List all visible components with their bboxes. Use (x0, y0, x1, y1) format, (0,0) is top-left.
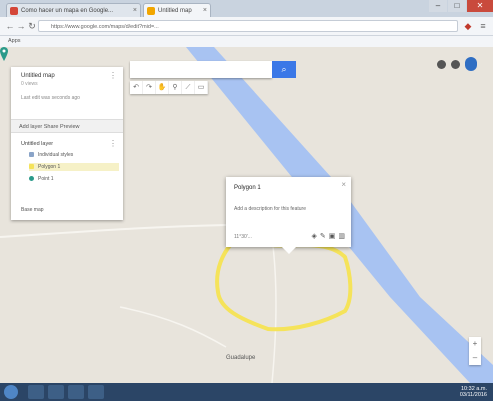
apps-bookmark[interactable]: Apps (8, 38, 21, 44)
drawing-toolbar: ↶ ↷ ✋ ⚲ ⟋ ▭ (130, 81, 208, 94)
map-canvas[interactable]: ⌕ ↶ ↷ ✋ ⚲ ⟋ ▭ Untitled map ⋮ 0 views Las… (0, 47, 493, 383)
maximize-icon[interactable]: □ (448, 0, 466, 12)
tab-label: Untitled map (158, 8, 192, 14)
layer-row[interactable]: Point 1 (29, 175, 119, 183)
extension-icon[interactable]: ◆ (462, 20, 474, 32)
taskbar-browser-icon[interactable] (68, 385, 84, 399)
road (0, 224, 227, 238)
style-icon (29, 152, 34, 157)
layer-row-label: Individual styles (38, 152, 74, 158)
feature-description: Add a description for this feature (234, 206, 306, 212)
camera-icon[interactable]: ▣ (329, 232, 336, 240)
clock-date: 03/11/2016 (459, 392, 487, 398)
window-controls: – □ ✕ (428, 0, 493, 14)
popup-actions: ◈ ✎ ▣ ▥ (311, 232, 345, 240)
tab-favicon-icon (10, 7, 18, 15)
layer-title[interactable]: Untitled layer (21, 141, 53, 147)
layer-options-icon[interactable]: ⋮ (109, 139, 117, 148)
search-icon: ⌕ (281, 64, 287, 74)
feature-measurement: 11°30'... (234, 234, 252, 240)
zoom-in-icon[interactable]: + (469, 337, 481, 351)
windows-taskbar: 10:32 a.m. 03/11/2016 (0, 383, 493, 401)
browser-toolbar: ← → ↻ https://www.google.com/maps/d/edit… (0, 17, 493, 36)
zoom-out-icon[interactable]: – (469, 351, 481, 365)
menu-icon[interactable]: ≡ (477, 20, 489, 32)
layer-row-label: Point 1 (38, 176, 54, 182)
last-edit-text: Last edit was seconds ago (21, 95, 80, 101)
point-icon (29, 176, 34, 181)
layer-row[interactable]: Individual styles (29, 151, 119, 159)
map-pin-icon[interactable] (0, 47, 8, 61)
layer-row-label: Polygon 1 (38, 164, 61, 170)
browser-tab-active[interactable]: Untitled map × (143, 3, 211, 17)
layer-row[interactable]: Polygon 1 (29, 163, 119, 171)
close-window-icon[interactable]: ✕ (467, 0, 493, 12)
tab-favicon-icon (147, 7, 155, 15)
address-bar[interactable]: https://www.google.com/maps/d/edit?mid=.… (38, 20, 458, 32)
undo-icon[interactable]: ↶ (130, 81, 143, 94)
line-icon[interactable]: ⟋ (182, 81, 195, 94)
map-title[interactable]: Untitled map (21, 73, 55, 79)
polygon-icon (29, 164, 34, 169)
apps-grid-icon[interactable] (437, 59, 446, 69)
place-label: Guadalupe (226, 355, 256, 361)
start-button[interactable] (4, 385, 18, 399)
browser-tab-bar: Como hacer un mapa en Google... × Untitl… (0, 0, 493, 17)
tab-label: Como hacer un mapa en Google... (21, 8, 114, 14)
more-options-icon[interactable]: ⋮ (109, 71, 117, 80)
edit-icon[interactable]: ✎ (320, 232, 326, 240)
delete-icon[interactable]: ▥ (338, 232, 345, 240)
map-views: 0 views (21, 81, 38, 87)
minimize-icon[interactable]: – (429, 0, 447, 12)
taskbar-clock[interactable]: 10:32 a.m. 03/11/2016 (460, 386, 487, 398)
account-avatar[interactable] (465, 57, 477, 71)
taskbar-app-icon[interactable] (88, 385, 104, 399)
paint-bucket-icon[interactable]: ◈ (311, 232, 316, 240)
ruler-icon[interactable]: ▭ (195, 81, 208, 94)
marker-icon[interactable]: ⚲ (169, 81, 182, 94)
close-tab-icon[interactable]: × (203, 4, 207, 17)
close-tab-icon[interactable]: × (133, 4, 137, 17)
map-layers-panel: Untitled map ⋮ 0 views Last edit was sec… (11, 67, 123, 220)
feature-title: Polygon 1 (234, 185, 261, 191)
close-icon[interactable]: × (341, 180, 346, 189)
reload-icon[interactable]: ↻ (26, 20, 38, 32)
taskbar-explorer-icon[interactable] (28, 385, 44, 399)
zoom-controls: + – (469, 337, 481, 365)
panel-actions[interactable]: Add layer Share Preview (11, 119, 123, 133)
browser-tab[interactable]: Como hacer un mapa en Google... × (6, 3, 141, 17)
search-button[interactable]: ⌕ (272, 61, 296, 78)
road (119, 306, 227, 348)
feature-info-popup: Polygon 1 × Add a description for this f… (226, 177, 351, 254)
redo-icon[interactable]: ↷ (143, 81, 156, 94)
map-top-right-controls (437, 57, 477, 71)
hand-icon[interactable]: ✋ (156, 81, 169, 94)
notifications-icon[interactable] (451, 59, 460, 69)
search-input[interactable] (130, 61, 272, 78)
polygon-boundary (215, 241, 353, 332)
base-map-toggle[interactable]: Base map (21, 207, 44, 213)
taskbar-media-icon[interactable] (48, 385, 64, 399)
